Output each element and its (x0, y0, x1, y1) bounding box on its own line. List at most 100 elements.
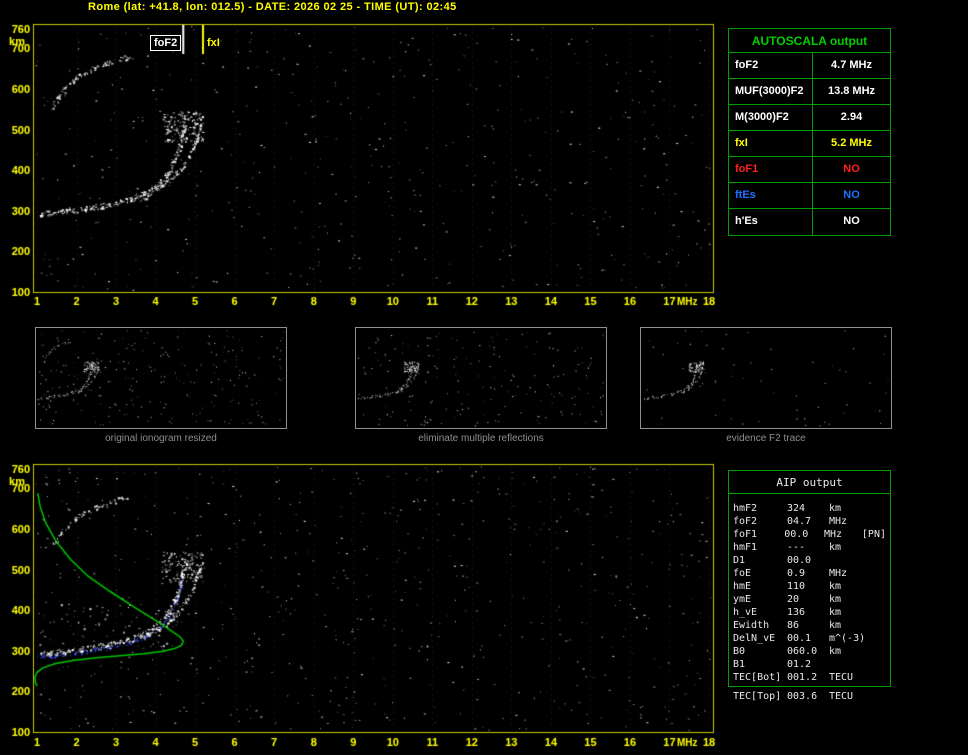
param-extra (869, 541, 886, 554)
param-value: 5.2 MHz (831, 137, 872, 149)
param-label: foF2 (733, 516, 758, 527)
param-unit: TECU (829, 691, 854, 702)
param-unit: m^(-3) (829, 633, 866, 644)
autoscala-row: foF2 4.7 MHz (729, 53, 890, 79)
param-extra (869, 515, 886, 528)
param-label: B0 (733, 646, 746, 657)
param-value: 001.2 (787, 672, 818, 683)
param-value: 110 (787, 581, 806, 592)
param-label: foF1 (729, 157, 813, 182)
param-unit: km (829, 646, 842, 657)
aip-table-title: AIP output (729, 471, 890, 494)
param-extra (869, 632, 886, 645)
param-label: ymE (733, 594, 752, 605)
param-value: NO (843, 189, 860, 201)
main-ionogram-canvas (0, 14, 725, 320)
thumbnail-original-ionogram (35, 327, 287, 429)
param-extra (869, 554, 886, 567)
autoscala-row: h'Es NO (729, 209, 890, 235)
param-value: 060.0 (787, 646, 818, 657)
aip-output-table: AIP output hmF2 324 km foF2 04.7 MHz foF1 00.0 M… (728, 470, 891, 687)
aip-row: foF1 00.0 MHz [PN] (729, 528, 890, 541)
param-value: 01.2 (787, 659, 812, 670)
param-unit: MHz (829, 516, 848, 527)
param-extra (869, 645, 886, 658)
param-label: DelN_vE (733, 633, 776, 644)
param-value: NO (843, 163, 860, 175)
aip-row: D1 00.0 (729, 554, 890, 567)
param-label: ftEs (729, 183, 813, 208)
aip-row: hmF1 --- km (729, 541, 890, 554)
param-value: 0.9 (787, 568, 806, 579)
param-value: 2.94 (840, 111, 863, 123)
param-value: 13.8 MHz (827, 85, 876, 97)
param-label: D1 (733, 555, 746, 566)
param-unit (829, 554, 869, 567)
autoscala-row: ftEs NO (729, 183, 890, 209)
aip-row: ymE 20 km (729, 593, 890, 606)
autoscala-row: M(3000)F2 2.94 (729, 105, 890, 131)
page-title: Rome (lat: +41.8, lon: 012.5) - DATE: 20… (88, 1, 457, 13)
param-value: NO (843, 215, 860, 227)
param-label: foF1 (733, 529, 758, 540)
param-value: 136 (787, 607, 806, 618)
param-extra (869, 580, 886, 593)
thumbnail-caption-2: eliminate multiple reflections (418, 433, 544, 444)
param-unit: TECU (829, 672, 854, 683)
aip-row: h_vE 136 km (729, 606, 890, 619)
aip-row: hmE 110 km (729, 580, 890, 593)
aip-table-rows: hmF2 324 km foF2 04.7 MHz foF1 00.0 MHz [PN] hmF1 -… (729, 494, 890, 686)
param-unit: km (829, 594, 842, 605)
param-label: TEC[Bot] (733, 672, 782, 683)
thumbnail-f2-trace-evidence (640, 327, 892, 429)
aip-row: foF2 04.7 MHz (729, 515, 890, 528)
param-value: 20 (787, 594, 800, 605)
aip-row: TEC[Top] 003.6 TECU (728, 690, 891, 703)
aip-row: foE 0.9 MHz (729, 567, 890, 580)
thumbnail-caption-3: evidence F2 trace (726, 433, 806, 444)
foF2-marker-label: foF2 (150, 35, 182, 51)
param-unit: km (829, 581, 842, 592)
param-label: MUF(3000)F2 (729, 79, 813, 104)
autoscala-table-title: AUTOSCALA output (729, 29, 890, 53)
aip-row: DelN_vE 00.1 m^(-3) (729, 632, 890, 645)
thumbnail-multiple-reflections-removed (355, 327, 607, 429)
param-value: 86 (787, 620, 800, 631)
param-label: M(3000)F2 (729, 105, 813, 130)
autoscala-row: MUF(3000)F2 13.8 MHz (729, 79, 890, 105)
param-value: 00.1 (787, 633, 812, 644)
param-extra: [PN] (861, 529, 886, 540)
param-unit: km (829, 607, 842, 618)
aip-row: hmF2 324 km (729, 502, 890, 515)
param-extra (869, 606, 886, 619)
param-extra (869, 502, 886, 515)
param-value: 324 (787, 503, 806, 514)
param-value: 04.7 (787, 516, 812, 527)
aip-row: TEC[Bot] 001.2 TECU (729, 671, 890, 684)
autoscala-row: foF1 NO (729, 157, 890, 183)
param-value: 4.7 MHz (831, 59, 872, 71)
param-extra (869, 671, 886, 684)
param-label: hmF1 (733, 542, 758, 553)
param-label: hmF2 (733, 503, 758, 514)
param-unit: km (829, 542, 842, 553)
thumbnail-caption-1: original ionogram resized (105, 433, 217, 444)
param-unit: MHz (824, 529, 843, 540)
aip-row: Ewidth 86 km (729, 619, 890, 632)
autoscala-output-table: AUTOSCALA output foF2 4.7 MHz MUF(3000)F2 1… (728, 28, 891, 236)
autoscala-table-rows: foF2 4.7 MHz MUF(3000)F2 13.8 MHz M(3000)F2 2… (729, 53, 890, 235)
param-label: Ewidth (733, 620, 770, 631)
param-extra (869, 567, 886, 580)
aip-tec-top-row: TEC[Top] 003.6 TECU (728, 690, 891, 703)
param-extra (869, 593, 886, 606)
fxI-marker-label: fxI (207, 37, 220, 49)
param-unit: km (829, 503, 842, 514)
param-value: --- (787, 542, 806, 553)
param-label: fxI (729, 131, 813, 156)
param-label: TEC[Top] (733, 691, 782, 702)
param-label: foE (733, 568, 752, 579)
param-unit: km (829, 620, 842, 631)
param-extra (869, 690, 886, 703)
param-value: 00.0 (784, 529, 809, 540)
param-unit (829, 658, 869, 671)
